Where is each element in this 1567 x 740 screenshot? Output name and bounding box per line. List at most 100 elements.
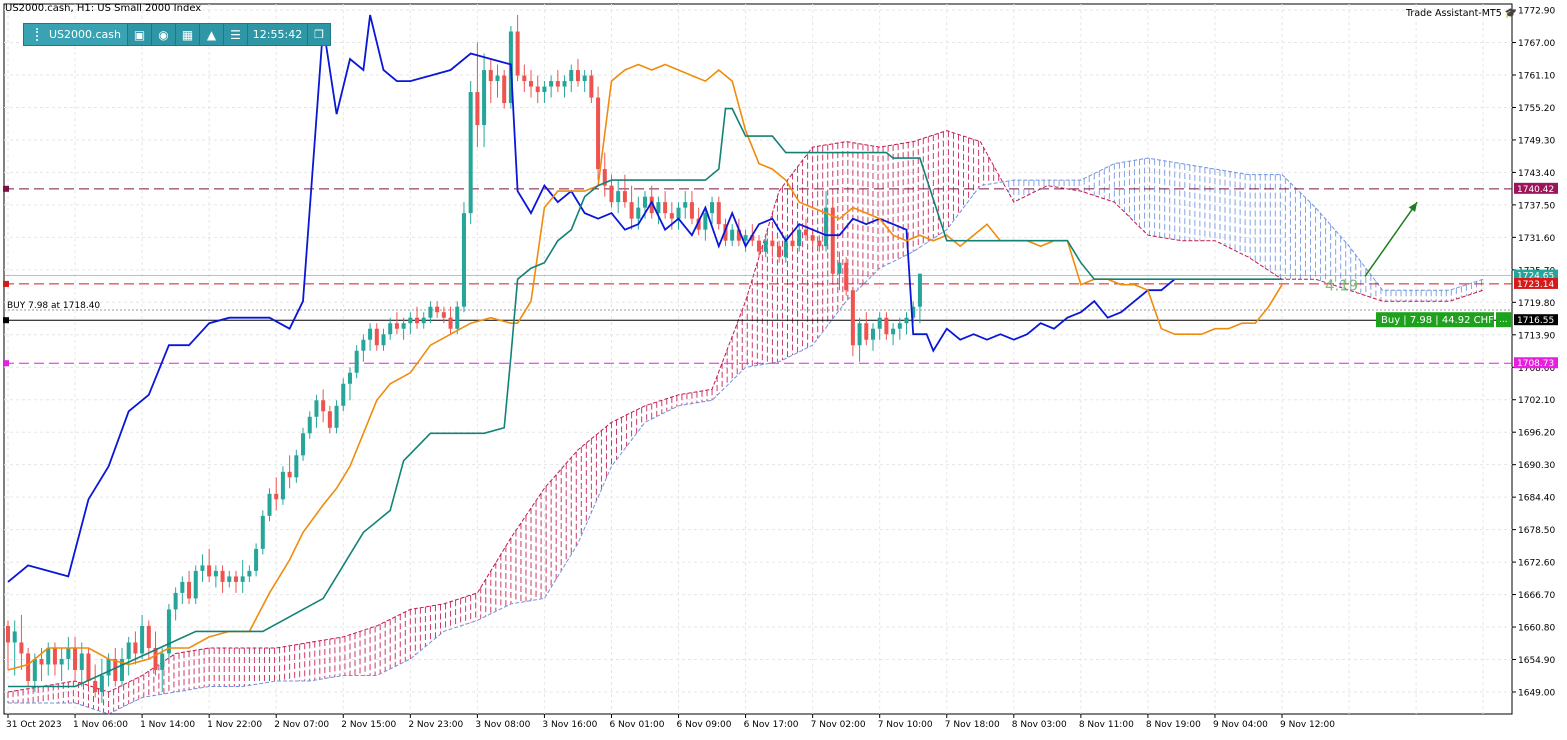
candle-body [79,653,84,670]
candle-body [93,680,98,692]
x-tick-label: 31 Oct 2023 [6,720,62,730]
candle-body [207,565,212,577]
candle-body [555,81,560,87]
candle-body [448,317,453,329]
candle-body [113,658,118,681]
restore-window-icon[interactable]: ❐ [308,24,330,45]
y-tick-label: 1761.10 [1518,72,1555,82]
candle-body [756,240,762,252]
x-tick-label: 8 Nov 03:00 [1012,720,1067,730]
grip-handle[interactable] [35,28,43,41]
candle-body [415,317,420,324]
y-tick-label: 1737.50 [1518,201,1555,211]
candle-body [461,213,466,307]
level-marker [3,280,9,287]
candle-body [368,328,373,340]
position-label: Buy | 7.98 | 44.92 CHF [1381,315,1494,326]
candle-body [502,75,507,104]
trade-assistant-label[interactable]: Trade Assistant-MT5 🎓 [1406,8,1517,19]
candle-body [408,317,413,324]
x-tick-label: 6 Nov 09:00 [677,720,732,730]
y-tick-label: 1772.90 [1518,7,1555,17]
y-tick-label: 1755.20 [1518,104,1555,114]
candle-body [294,455,299,478]
candle-body [52,647,57,665]
candle-body [247,570,252,577]
quick-toolbar[interactable]: US2000.cash ▣ ◉ ▦ ▲ ☰ 12:55:42 ❐ [23,23,331,46]
buy-order-label: BUY 7.98 at 1718.40 [7,301,100,311]
y-tick-label: 1649.00 [1518,688,1555,698]
candle-body [280,471,285,500]
x-tick-label: 6 Nov 01:00 [609,720,664,730]
y-tick-label: 1660.80 [1518,624,1555,634]
menu-icon[interactable]: ☰ [224,24,248,45]
level-marker [3,185,9,192]
candle-body [99,675,104,692]
candle-body [227,576,232,582]
chart-title: US2000.cash, H1: US Small 2000 Index [5,3,202,14]
candle-body [200,565,205,571]
y-tick-label: 1690.30 [1518,461,1555,471]
price-tag-label: 1716.55 [1517,316,1554,326]
candle-body [495,75,500,82]
candle-body [529,81,534,87]
eye-icon[interactable]: ◉ [152,24,176,45]
y-tick-label: 1743.40 [1518,169,1555,179]
candle-body [19,642,24,654]
candle-body [917,273,922,307]
candle-body [857,323,862,346]
chart-root[interactable]: BUY 7.98 at 1718.40 4.19 Buy | 7.98 | 44.9… [0,0,1567,735]
candle-body [146,625,151,648]
bell-icon[interactable]: ▲ [200,24,224,45]
camera-icon[interactable]: ▣ [128,24,152,45]
candle-body [817,240,822,247]
candle-body [233,576,238,582]
x-tick-label: 7 Nov 10:00 [878,720,933,730]
y-tick-label: 1666.70 [1518,591,1555,601]
candle-body [837,262,842,274]
position-more-label: ... [1499,315,1508,325]
candle-body [341,383,346,406]
candle-body [173,592,178,610]
y-tick-label: 1672.60 [1518,559,1555,569]
candle-body [642,196,648,208]
candle-body [73,647,78,670]
candle-body [676,207,681,219]
calendar-icon[interactable]: ▦ [176,24,200,45]
candle-body [488,70,493,82]
candle-body [180,581,185,593]
graduation-cap-icon: 🎓 [1504,8,1517,19]
candle-body [12,631,17,643]
y-axis: 1772.90 1767.00 1761.10 1755.20 1749.30 1743.… [1512,7,1558,698]
candle-body [549,81,554,87]
candle-body [777,246,782,258]
chart-svg[interactable]: BUY 7.98 at 1718.40 4.19 Buy | 7.98 | 44.9… [0,0,1567,735]
candle-body [32,658,37,681]
x-tick-label: 2 Nov 15:00 [341,720,396,730]
candle-body [193,570,198,599]
x-tick-label: 8 Nov 19:00 [1146,720,1201,730]
candle-body [844,262,849,291]
candle-body [803,229,808,236]
x-tick-label: 3 Nov 16:00 [542,720,597,730]
candle-body [622,191,627,203]
symbol-label: US2000.cash [48,28,121,41]
y-tick-label: 1719.80 [1518,299,1555,309]
candle-body [904,317,909,324]
x-tick-label: 7 Nov 02:00 [811,720,866,730]
candle-body [475,92,480,126]
candle-body [589,75,594,98]
y-tick-label: 1731.60 [1518,234,1555,244]
candle-body [374,328,379,346]
symbol-button[interactable]: US2000.cash [24,24,128,45]
candle-body [468,92,473,214]
candle-body [710,202,715,214]
candle-body [616,191,621,203]
price-tag-label: 1708.73 [1517,359,1554,369]
candle-body [428,306,433,318]
candle-body [301,433,306,456]
candle-body [636,207,641,219]
candle-body [877,317,882,329]
candle-body [850,290,855,346]
trade-assistant-text: Trade Assistant-MT5 [1406,8,1502,19]
